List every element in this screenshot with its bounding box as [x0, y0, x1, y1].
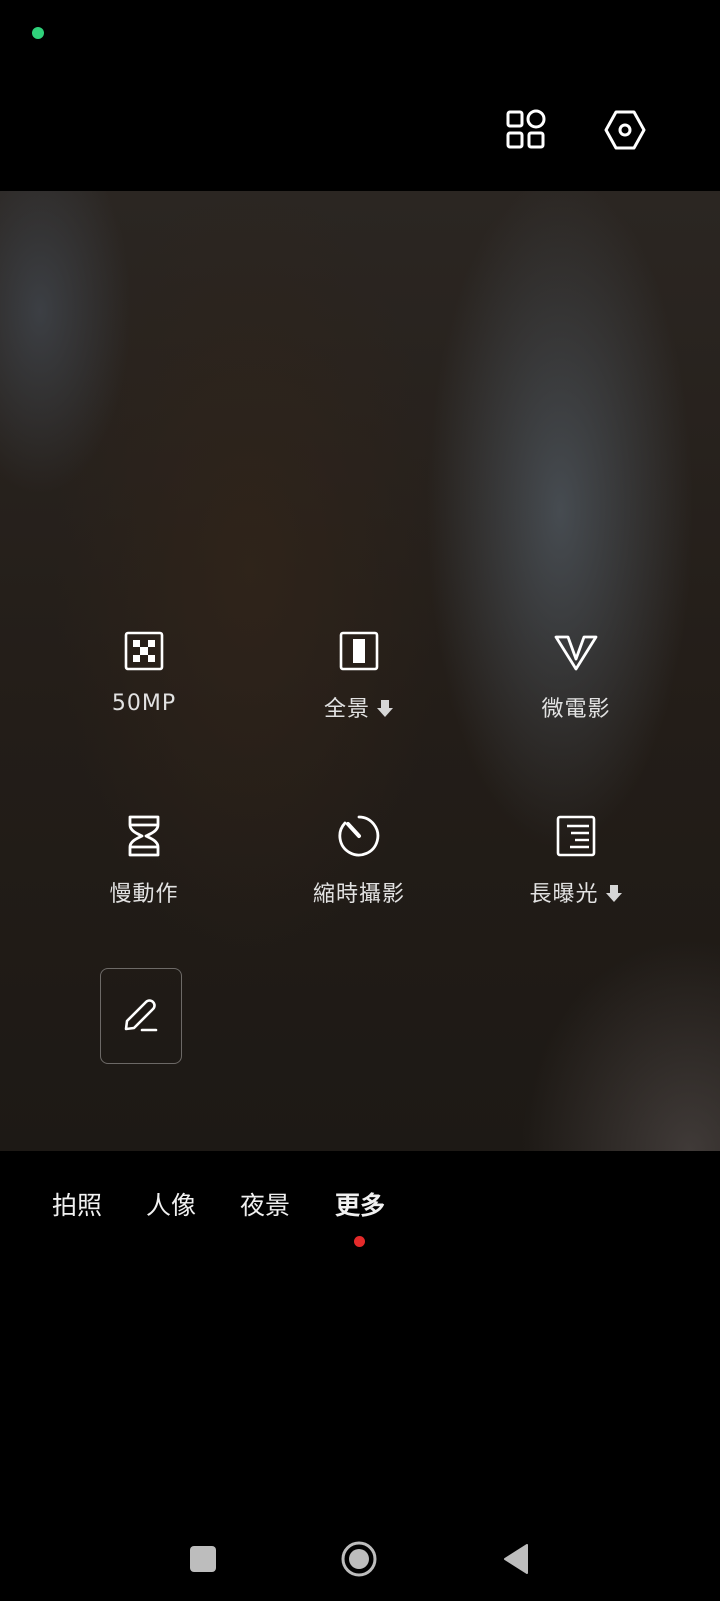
- mode-label: 50MP: [111, 691, 177, 716]
- tab-portrait[interactable]: 人像: [131, 1186, 211, 1222]
- tab-night[interactable]: 夜景: [225, 1186, 305, 1222]
- tab-more[interactable]: 更多: [320, 1186, 400, 1222]
- edit-modes-button[interactable]: [100, 968, 182, 1064]
- long-exposure-icon: [554, 814, 598, 858]
- mode-label: 長曝光: [529, 882, 599, 907]
- 50mp-icon: [122, 629, 166, 673]
- camera-viewfinder[interactable]: 50MP 全景 微電影 慢動作 縮時攝影 長曝光: [0, 191, 720, 1151]
- mode-slow-motion[interactable]: 慢動作: [54, 814, 234, 908]
- panorama-icon: [337, 629, 381, 673]
- back-button[interactable]: [503, 1544, 529, 1574]
- home-button[interactable]: [341, 1541, 377, 1577]
- square-recents-icon: [190, 1546, 216, 1572]
- status-indicator-dot: [32, 27, 44, 39]
- mode-label-wrap: 全景: [269, 691, 449, 723]
- mode-50mp[interactable]: 50MP: [54, 629, 234, 716]
- pencil-edit-icon: [124, 999, 158, 1032]
- tab-photo[interactable]: 拍照: [37, 1186, 117, 1222]
- micro-movie-icon: [554, 629, 598, 673]
- mode-label: 慢動作: [109, 882, 179, 907]
- mode-label: 全景: [323, 697, 370, 722]
- mode-label: 微電影: [541, 697, 611, 722]
- mode-panorama[interactable]: 全景: [269, 629, 449, 723]
- mode-timelapse[interactable]: 縮時攝影: [269, 814, 449, 908]
- mode-label-wrap: 長曝光: [486, 876, 666, 908]
- download-icon: [376, 699, 394, 719]
- timelapse-icon: [337, 814, 381, 858]
- recents-button[interactable]: [190, 1546, 216, 1572]
- mode-tab-bar: 拍照 人像 夜景 更多: [0, 1186, 720, 1236]
- mode-micro-movie[interactable]: 微電影: [486, 629, 666, 723]
- hourglass-icon: [122, 814, 166, 858]
- settings-icon[interactable]: [603, 108, 647, 152]
- grid-icon[interactable]: [505, 108, 549, 152]
- download-icon: [605, 884, 623, 904]
- mode-long-exposure[interactable]: 長曝光: [486, 814, 666, 908]
- mode-label: 縮時攝影: [312, 882, 405, 907]
- circle-home-icon: [341, 1541, 377, 1577]
- triangle-back-icon: [504, 1544, 528, 1574]
- active-tab-indicator: [354, 1236, 365, 1247]
